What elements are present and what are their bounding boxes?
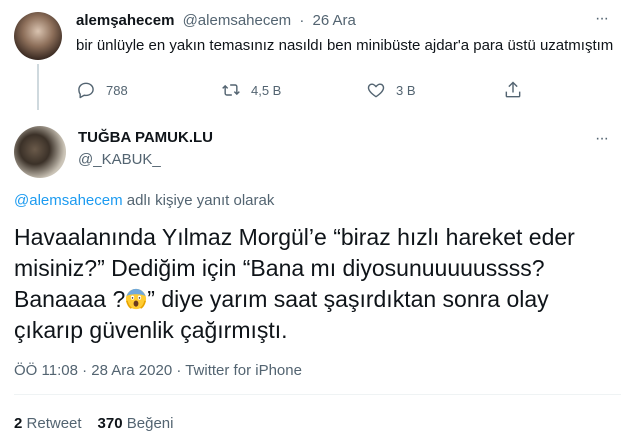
retweet-stat-label: Retweet	[26, 415, 82, 432]
retweet-button[interactable]: 4,5 B	[221, 80, 281, 100]
separator: ·	[299, 12, 305, 29]
mention-link[interactable]: @alemsahecem	[14, 192, 123, 209]
display-name[interactable]: TUĞBA PAMUK.LU	[78, 129, 213, 146]
replying-label: adlı kişiye yanıt olarak	[126, 192, 275, 209]
screaming-face-emoji-icon	[126, 288, 147, 310]
share-icon	[505, 81, 521, 98]
like-stat-count: 370	[97, 415, 123, 432]
handle[interactable]: @alemsahecem	[183, 12, 292, 29]
main-tweet: TUĞBA PAMUK.LU @_KABUK_ ··· @alemsahecem…	[0, 112, 635, 446]
divider	[14, 394, 621, 395]
reply-icon	[78, 82, 94, 99]
parent-tweet[interactable]: alemşahecem @alemsahecem · 26 Ara ··· bi…	[0, 0, 635, 112]
tweet-actions: 788 4,5 B 3 B	[76, 80, 536, 104]
heart-icon	[367, 83, 385, 98]
thread-line	[37, 64, 39, 110]
share-button[interactable]	[503, 80, 523, 100]
like-stat[interactable]: 370 Beğeni	[98, 415, 174, 432]
tweet-text: bir ünlüyle en yakın temasınız nasıldı b…	[76, 37, 614, 54]
tweet-stats: 2 Retweet 370 Beğeni	[14, 415, 173, 432]
reply-count: 788	[106, 82, 128, 98]
like-button[interactable]: 3 B	[366, 80, 416, 100]
retweet-count: 4,5 B	[251, 82, 282, 98]
tweet-header: alemşahecem @alemsahecem · 26 Ara	[76, 12, 356, 29]
avatar[interactable]	[14, 12, 62, 60]
tweet-timestamp[interactable]: ÖÖ 11:08 · 28 Ara 2020 · Twitter for iPh…	[14, 362, 302, 379]
retweet-stat-count: 2	[14, 415, 23, 432]
more-options-icon[interactable]: ···	[595, 130, 609, 148]
like-count: 3 B	[396, 82, 416, 98]
retweet-icon	[222, 84, 240, 96]
retweet-stat[interactable]: 2 Retweet	[14, 415, 82, 432]
handle[interactable]: @_KABUK_	[78, 151, 161, 168]
reply-button[interactable]: 788	[76, 80, 128, 100]
replying-to: @alemsahecem adlı kişiye yanıt olarak	[14, 192, 274, 209]
like-stat-label: Beğeni	[126, 415, 174, 432]
tweet-text: Havaalanında Yılmaz Morgül’e “biraz hızl…	[14, 222, 614, 346]
display-name[interactable]: alemşahecem	[76, 12, 174, 29]
tweet-date[interactable]: 26 Ara	[313, 12, 356, 29]
avatar[interactable]	[14, 126, 66, 178]
more-options-icon[interactable]: ···	[595, 10, 609, 28]
